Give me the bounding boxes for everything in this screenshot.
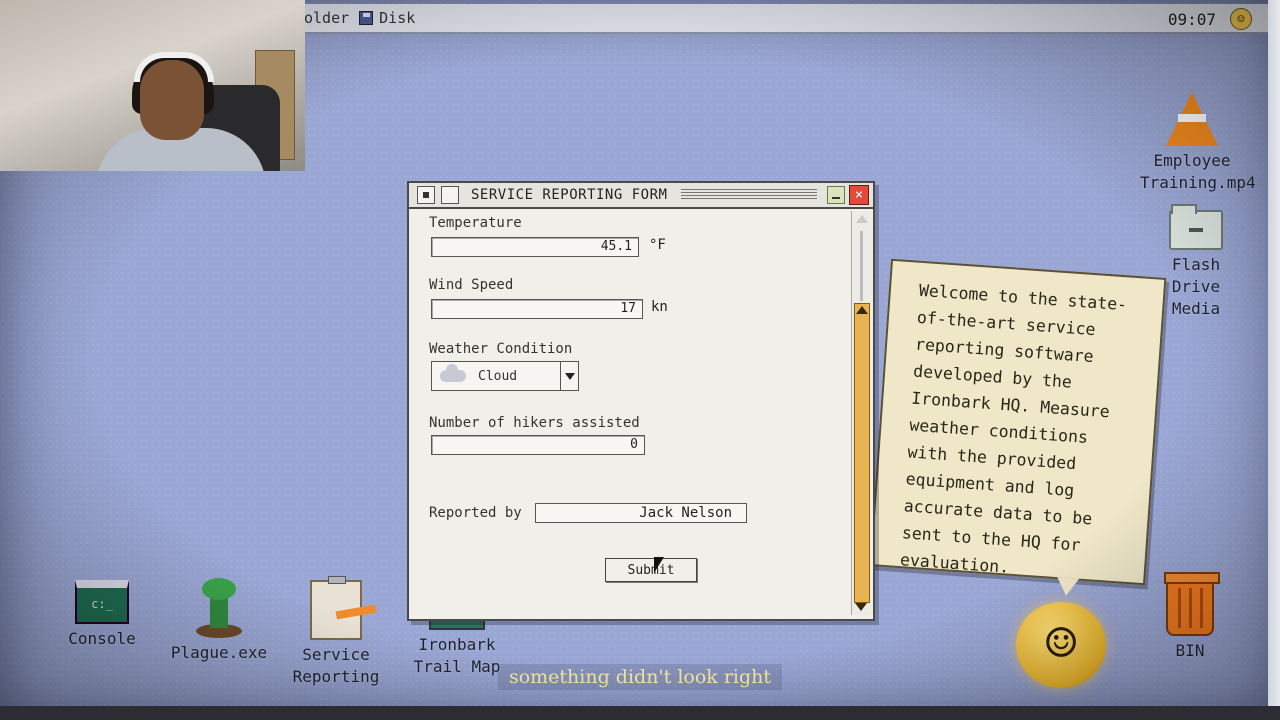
mouse-cursor-icon bbox=[654, 557, 664, 573]
clipboard-icon bbox=[310, 576, 377, 640]
smiley-icon[interactable]: ☺ bbox=[1230, 8, 1252, 30]
desktop-icon-trail-map[interactable]: Ironbark Trail Map bbox=[412, 616, 502, 678]
cloud-icon bbox=[440, 364, 466, 382]
desktop-icon-label: Employee Training.mp4 bbox=[1140, 151, 1256, 192]
title-bar-stripes bbox=[681, 189, 817, 201]
video-subtitle: something didn't look right bbox=[498, 664, 782, 690]
vertical-scrollbar[interactable] bbox=[851, 211, 871, 615]
desktop-icon-label: Service Reporting bbox=[292, 645, 380, 686]
menu-item-disk[interactable]: Disk bbox=[359, 9, 415, 27]
disk-icon bbox=[359, 11, 374, 25]
scroll-up-icon[interactable] bbox=[856, 306, 868, 314]
folder-icon bbox=[1169, 204, 1223, 250]
temperature-unit: °F bbox=[649, 237, 666, 253]
trash-bin-icon bbox=[1164, 572, 1220, 636]
minimize-button[interactable] bbox=[827, 186, 845, 204]
temperature-input[interactable]: 45.1 bbox=[431, 237, 639, 257]
window-zoom-button[interactable] bbox=[441, 186, 459, 204]
report-form: Temperature 45.1 °F Wind Speed 17 kn Wea… bbox=[409, 211, 849, 617]
monitor-bezel-right bbox=[1268, 0, 1280, 720]
scroll-thumb[interactable] bbox=[854, 303, 870, 603]
welcome-note-text: Welcome to the state-of-the-art service … bbox=[899, 280, 1128, 577]
reporter-input[interactable]: Jack Nelson bbox=[535, 503, 747, 523]
wind-speed-unit: kn bbox=[651, 299, 668, 315]
menu-item-disk-label: Disk bbox=[379, 9, 416, 27]
hikers-label: Number of hikers assisted bbox=[429, 415, 640, 431]
weather-condition-label: Weather Condition bbox=[429, 341, 573, 357]
service-reporting-window: SERVICE REPORTING FORM × Temperature 45.… bbox=[407, 181, 875, 621]
smiley-assistant-icon[interactable]: ☺ bbox=[1016, 602, 1106, 688]
desktop-icon-label: Plague.exe bbox=[170, 643, 268, 662]
wind-speed-input[interactable]: 17 bbox=[431, 299, 643, 319]
traffic-cone-icon bbox=[1166, 92, 1218, 146]
plant-icon bbox=[196, 578, 242, 638]
desktop-icon-employee-training[interactable]: Employee Training.mp4 bbox=[1140, 92, 1256, 194]
reporter-label: Reported by bbox=[429, 505, 522, 521]
weather-condition-select[interactable]: Cloud bbox=[431, 361, 579, 391]
webcam-overlay bbox=[0, 0, 305, 171]
clock: 09:07 bbox=[1167, 10, 1216, 29]
wind-speed-label: Wind Speed bbox=[429, 277, 514, 293]
console-icon: c:_ bbox=[75, 580, 129, 624]
desktop-icon-bin[interactable]: BIN bbox=[1158, 572, 1222, 662]
desktop-icon-label: Ironbark Trail Map bbox=[413, 635, 501, 676]
desktop-icon-service-reporting[interactable]: Service Reporting bbox=[288, 576, 384, 688]
scroll-track bbox=[860, 231, 863, 301]
menu-item-folder-label: older bbox=[304, 9, 350, 27]
window-menu-button[interactable] bbox=[417, 186, 435, 204]
headset-icon bbox=[134, 52, 214, 82]
weather-condition-value: Cloud bbox=[478, 368, 518, 384]
window-title: SERVICE REPORTING FORM bbox=[467, 187, 672, 203]
temperature-label: Temperature bbox=[429, 215, 522, 231]
desktop-icon-plague[interactable]: Plague.exe bbox=[166, 578, 272, 664]
close-button[interactable]: × bbox=[849, 185, 869, 205]
menu-item-folder[interactable]: older bbox=[304, 9, 349, 27]
welcome-note: Welcome to the state-of-the-art service … bbox=[869, 258, 1167, 586]
scroll-up-inactive-icon bbox=[856, 215, 868, 223]
chevron-down-icon[interactable] bbox=[560, 362, 578, 390]
monitor-bezel-bottom bbox=[0, 706, 1280, 720]
desktop-icon-label: BIN bbox=[1175, 641, 1205, 660]
desktop-icon-console[interactable]: c:_ Console bbox=[62, 580, 142, 650]
submit-button[interactable]: Submit bbox=[605, 558, 697, 582]
window-title-bar[interactable]: SERVICE REPORTING FORM × bbox=[409, 183, 873, 209]
hikers-input[interactable]: 0 bbox=[431, 435, 645, 455]
desktop-icon-label: Console bbox=[68, 629, 136, 648]
scroll-down-icon[interactable] bbox=[855, 603, 867, 611]
